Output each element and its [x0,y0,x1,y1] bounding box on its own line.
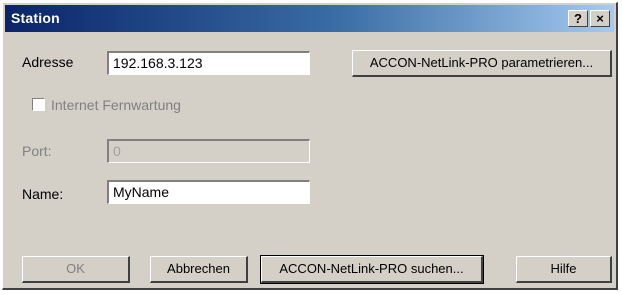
address-field[interactable]: 192.168.3.123 [107,51,310,75]
name-label: Name: [22,186,64,202]
help-icon[interactable]: ? [568,10,588,27]
window-title: Station [11,10,60,26]
close-icon[interactable]: × [590,10,610,27]
title-bar[interactable]: Station ? × [5,5,614,32]
station-dialog: Station ? × Adresse 192.168.3.123 ACCON-… [2,2,618,290]
help-button[interactable]: Hilfe [516,256,612,283]
port-field[interactable]: 0 [107,139,310,163]
port-label: Port: [22,143,52,159]
search-button[interactable]: ACCON-NetLink-PRO suchen... [260,255,484,284]
remote-maintenance-label: Internet Fernwartung [51,97,181,113]
ok-button[interactable]: OK [22,256,130,283]
remote-maintenance-checkbox[interactable] [32,98,45,111]
name-field[interactable]: MyName [107,180,310,204]
cancel-button[interactable]: Abbrechen [150,256,248,283]
configure-button[interactable]: ACCON-NetLink-PRO parametrieren... [352,50,612,77]
address-label: Adresse [22,54,74,70]
